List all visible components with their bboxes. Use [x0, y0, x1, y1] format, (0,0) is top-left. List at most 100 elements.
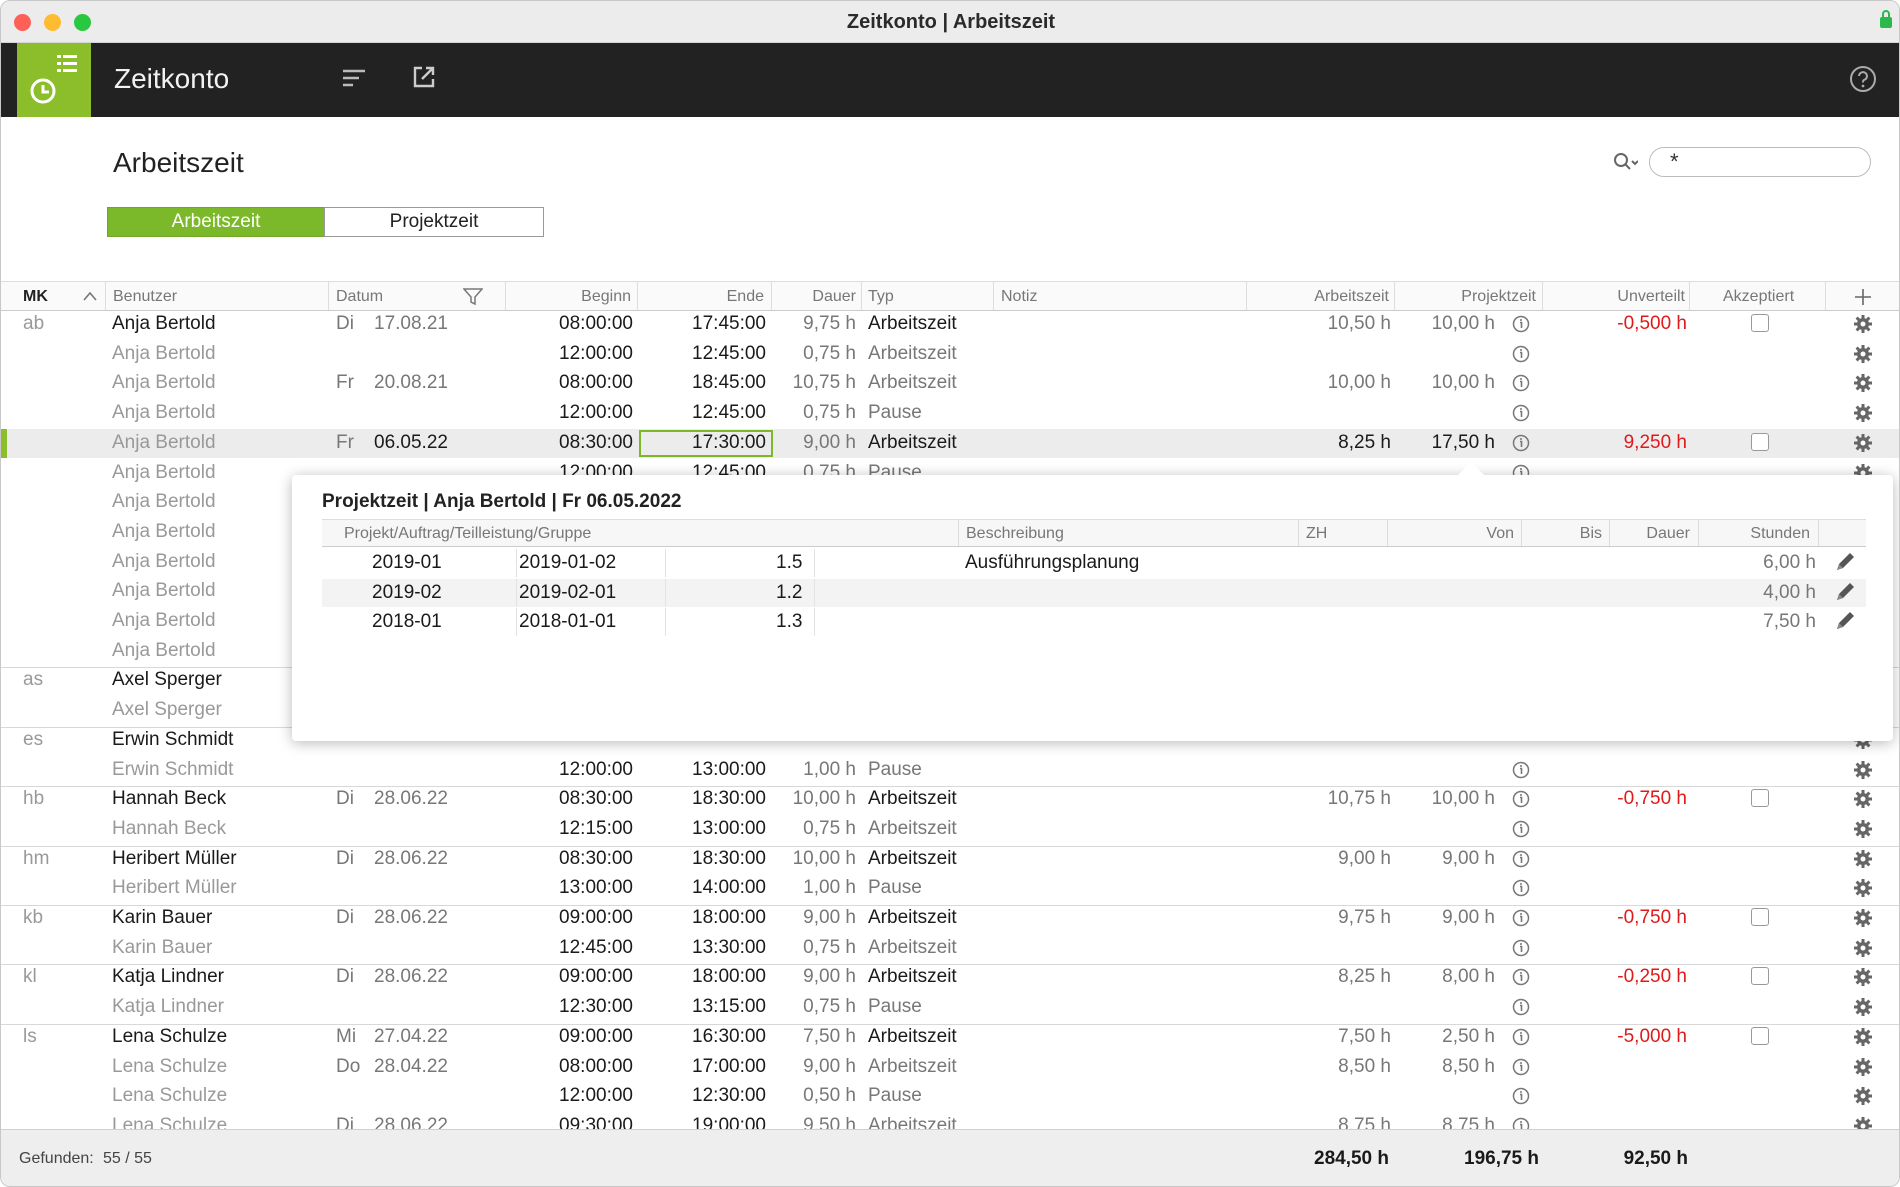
accepted-checkbox[interactable]: [1751, 1026, 1769, 1045]
popover-row[interactable]: 2018-01 2018-01-01 1.3 7,50 h: [322, 608, 1866, 636]
gear-icon[interactable]: [1853, 789, 1873, 814]
gear-icon[interactable]: [1853, 344, 1873, 369]
type-cell: Pause: [868, 402, 922, 424]
info-icon[interactable]: [1512, 1028, 1530, 1051]
table-row[interactable]: Lena Schulze Do 28.04.22 08:00:00 17:00:00 9,…: [1, 1056, 1899, 1082]
gear-icon[interactable]: [1853, 849, 1873, 874]
col-datum[interactable]: Datum: [336, 288, 383, 306]
external-link-icon[interactable]: [411, 64, 437, 90]
col-akzeptiert[interactable]: Akzeptiert: [1723, 288, 1794, 306]
gear-icon[interactable]: [1853, 908, 1873, 933]
projektzeit-cell: 8,00 h: [1442, 966, 1495, 988]
info-icon[interactable]: [1512, 998, 1530, 1021]
info-icon[interactable]: [1512, 790, 1530, 813]
table-row[interactable]: Anja Bertold 12:00:00 12:45:00 0,75 h Arbeit…: [1, 343, 1899, 369]
info-icon[interactable]: [1512, 909, 1530, 932]
accepted-checkbox[interactable]: [1751, 967, 1769, 986]
info-icon[interactable]: [1512, 1087, 1530, 1110]
col-projektzeit[interactable]: Projektzeit: [1461, 288, 1536, 306]
table-row[interactable]: hm Heribert Müller Di 28.06.22 08:30:00 18:30…: [1, 847, 1899, 874]
pcol-zh[interactable]: ZH: [1306, 525, 1327, 543]
pcol-beschreibung[interactable]: Beschreibung: [966, 525, 1064, 543]
accepted-checkbox[interactable]: [1751, 908, 1769, 926]
unverteilt-cell: -5,000 h: [1617, 1025, 1687, 1047]
help-icon[interactable]: [1849, 65, 1877, 93]
menu-lines-icon[interactable]: [341, 67, 367, 89]
gear-icon[interactable]: [1853, 433, 1873, 458]
table-row[interactable]: Lena Schulze 12:00:00 12:30:00 0,50 h Pause: [1, 1085, 1899, 1111]
table-row[interactable]: Erwin Schmidt 12:00:00 13:00:00 1,00 h Pause: [1, 759, 1899, 785]
pcol-stunden[interactable]: Stunden: [1750, 525, 1810, 543]
col-dauer[interactable]: Dauer: [812, 288, 856, 306]
search-icon[interactable]: [1612, 151, 1638, 173]
table-row[interactable]: Katja Lindner 12:30:00 13:15:00 0,75 h Pause: [1, 996, 1899, 1022]
table-row[interactable]: Anja Bertold 12:00:00 12:45:00 0,75 h Pause: [1, 402, 1899, 428]
info-icon[interactable]: [1512, 968, 1530, 991]
end-time-editor[interactable]: [639, 429, 773, 457]
gear-icon[interactable]: [1853, 1027, 1873, 1052]
info-icon[interactable]: [1512, 345, 1530, 368]
edit-pencil-icon[interactable]: [1834, 551, 1856, 578]
edit-pencil-icon[interactable]: [1834, 581, 1856, 608]
gear-icon[interactable]: [1853, 403, 1873, 428]
col-notiz[interactable]: Notiz: [1001, 288, 1037, 306]
table-row[interactable]: hb Hannah Beck Di 28.06.22 08:30:00 18:30:00 1…: [1, 788, 1899, 814]
gear-icon[interactable]: [1853, 967, 1873, 992]
info-icon[interactable]: [1512, 434, 1530, 457]
popover-row[interactable]: 2019-01 2019-01-02 1.5 Ausführungsplanung 6,…: [322, 549, 1866, 577]
col-benutzer[interactable]: Benutzer: [113, 288, 177, 306]
search-input[interactable]: *: [1649, 147, 1871, 177]
col-typ[interactable]: Typ: [868, 288, 894, 306]
gear-icon[interactable]: [1853, 1086, 1873, 1111]
table-row[interactable]: Anja Bertold Fr 06.05.22 08:30:00 17:30:00 9,…: [1, 429, 1899, 458]
info-icon[interactable]: [1512, 761, 1530, 784]
table-row[interactable]: Karin Bauer 12:45:00 13:30:00 0,75 h Arbeits…: [1, 937, 1899, 963]
gear-icon[interactable]: [1853, 373, 1873, 398]
sort-ascending-icon[interactable]: [83, 291, 97, 301]
col-arbeitszeit[interactable]: Arbeitszeit: [1314, 288, 1389, 306]
info-icon[interactable]: [1512, 1058, 1530, 1081]
accepted-checkbox[interactable]: [1751, 789, 1769, 808]
gear-icon[interactable]: [1853, 760, 1873, 785]
tab-projektzeit[interactable]: Projektzeit: [324, 207, 544, 237]
type-cell: Arbeitszeit: [868, 847, 957, 869]
table-row[interactable]: ab Anja Bertold Di 17.08.21 08:00:00 17:45:00…: [1, 313, 1899, 339]
table-row[interactable]: Anja Bertold Fr 20.08.21 08:00:00 18:45:00 10…: [1, 372, 1899, 398]
col-beginn[interactable]: Beginn: [581, 288, 631, 306]
pcol-von[interactable]: Von: [1486, 525, 1514, 543]
user-cell: Heribert Müller: [112, 847, 237, 869]
info-icon[interactable]: [1512, 879, 1530, 902]
mk-cell: kl: [23, 966, 37, 988]
gear-icon[interactable]: [1853, 938, 1873, 963]
gear-icon[interactable]: [1853, 997, 1873, 1022]
info-icon[interactable]: [1512, 404, 1530, 427]
gear-icon[interactable]: [1853, 1057, 1873, 1082]
accepted-checkbox[interactable]: [1751, 314, 1769, 332]
info-icon[interactable]: [1512, 315, 1530, 338]
filter-icon[interactable]: [463, 288, 483, 306]
info-icon[interactable]: [1512, 374, 1530, 397]
add-icon[interactable]: [1854, 288, 1872, 306]
col-mk[interactable]: MK: [23, 288, 48, 306]
tab-arbeitszeit[interactable]: Arbeitszeit: [107, 207, 325, 237]
table-row[interactable]: kl Katja Lindner Di 28.06.22 09:00:00 18:00:0…: [1, 966, 1899, 992]
table-row[interactable]: Hannah Beck 12:15:00 13:00:00 0,75 h Arbeits…: [1, 818, 1899, 844]
gear-icon[interactable]: [1853, 819, 1873, 844]
table-row[interactable]: kb Karin Bauer Di 28.06.22 09:00:00 18:00:00 9…: [1, 907, 1899, 933]
table-row[interactable]: ls Lena Schulze Mi 27.04.22 09:00:00 16:30:00…: [1, 1025, 1899, 1052]
info-icon[interactable]: [1512, 820, 1530, 843]
col-ende[interactable]: Ende: [727, 288, 764, 306]
gear-icon[interactable]: [1853, 878, 1873, 903]
duration-cell: 10,00 h: [792, 847, 856, 869]
col-unverteilt[interactable]: Unverteilt: [1617, 288, 1685, 306]
table-row[interactable]: Heribert Müller 13:00:00 14:00:00 1,00 h Pau…: [1, 877, 1899, 903]
info-icon[interactable]: [1512, 850, 1530, 873]
pcol-dauer[interactable]: Dauer: [1646, 525, 1690, 543]
edit-pencil-icon[interactable]: [1834, 610, 1856, 637]
info-icon[interactable]: [1512, 939, 1530, 962]
pcol-bis[interactable]: Bis: [1580, 525, 1602, 543]
popover-row[interactable]: 2019-02 2019-02-01 1.2 4,00 h: [322, 578, 1866, 608]
pcol-projekt[interactable]: Projekt/Auftrag/Teilleistung/Gruppe: [344, 525, 591, 543]
gear-icon[interactable]: [1853, 314, 1873, 339]
accepted-checkbox[interactable]: [1751, 432, 1769, 451]
